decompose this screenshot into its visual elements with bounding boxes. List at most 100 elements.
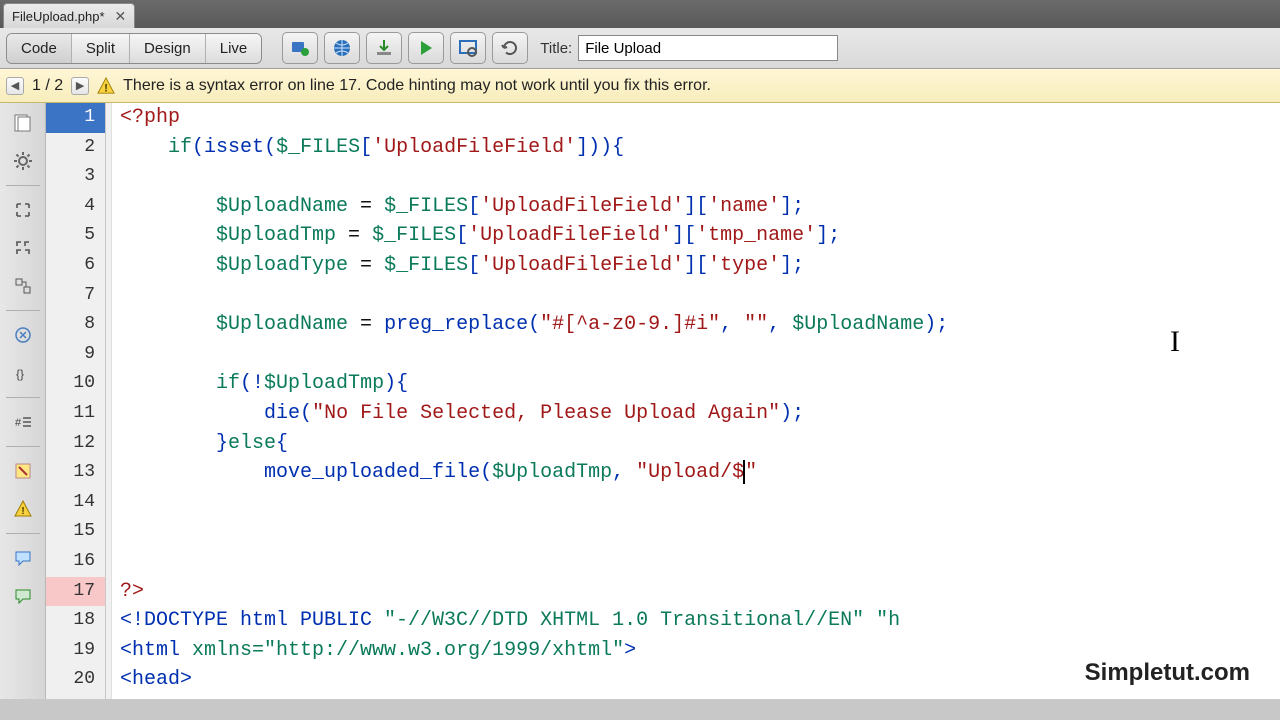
line-number: 2 (46, 133, 105, 163)
file-tab-label: FileUpload.php* (12, 9, 105, 24)
code-token: "-//W3C//DTD XHTML 1.0 Transitional//EN" (384, 609, 864, 632)
line-number-gutter: 1 2 3 4 5 6 7 8 9 10 11 12 13 14 15 16 1… (46, 103, 106, 699)
code-token: "http://www.w3.org/1999/xhtml" (264, 639, 624, 662)
download-icon[interactable] (366, 32, 402, 64)
code-token: <head> (120, 668, 192, 691)
code-token: $UploadType (216, 254, 348, 277)
svg-text:#: # (15, 417, 22, 429)
code-token: "h (864, 609, 900, 632)
code-token: 'type' (708, 254, 780, 277)
code-token: <!DOCTYPE html PUBLIC (120, 609, 384, 632)
code-token: $UploadName (792, 313, 924, 336)
code-token: > (624, 639, 636, 662)
line-number: 6 (46, 251, 105, 281)
vertical-toolbar: {} # ! (0, 103, 46, 699)
comment-icon[interactable] (9, 544, 37, 572)
collapse-icon[interactable] (9, 234, 37, 262)
code-token: $_FILES (384, 254, 468, 277)
line-number: 18 (46, 606, 105, 636)
line-number: 14 (46, 488, 105, 518)
code-token: " (745, 461, 757, 484)
expand-icon[interactable] (9, 196, 37, 224)
code-token: $_FILES (276, 136, 360, 159)
code-token: ?> (120, 580, 144, 603)
code-token: $UploadTmp (216, 224, 336, 247)
line-number: 7 (46, 281, 105, 311)
inspect-icon[interactable] (450, 32, 486, 64)
code-token: $UploadTmp (264, 372, 384, 395)
live-button[interactable]: Live (206, 34, 262, 63)
line-number: 1 (46, 103, 105, 133)
line-number: 11 (46, 399, 105, 429)
code-token: xmlns= (192, 639, 264, 662)
close-icon[interactable]: ✕ (115, 8, 127, 25)
select-parent-icon[interactable] (9, 272, 37, 300)
code-token: die (264, 402, 300, 425)
code-token: 'name' (708, 195, 780, 218)
code-token: if (168, 136, 192, 159)
split-button[interactable]: Split (72, 34, 130, 63)
balance-braces-icon[interactable] (9, 321, 37, 349)
open-docs-icon[interactable] (9, 109, 37, 137)
toolbar: Code Split Design Live Title: (0, 28, 1280, 69)
line-number: 19 (46, 636, 105, 666)
code-token: $UploadName (216, 195, 348, 218)
code-token: "Upload/$ (636, 461, 744, 484)
server-icon[interactable] (282, 32, 318, 64)
line-number: 15 (46, 517, 105, 547)
next-error-icon[interactable]: ▶ (71, 77, 89, 95)
line-number: 20 (46, 665, 105, 695)
line-numbers-icon[interactable]: # (9, 408, 37, 436)
code-token: 'tmp_name' (696, 224, 816, 247)
globe-icon[interactable] (324, 32, 360, 64)
code-token: <?php (120, 106, 180, 129)
code-token: 'UploadFileField' (480, 195, 684, 218)
title-label: Title: (540, 40, 572, 57)
warning-message: There is a syntax error on line 17. Code… (123, 77, 711, 95)
highlight-icon[interactable] (9, 457, 37, 485)
design-button[interactable]: Design (130, 34, 206, 63)
syntax-error-icon[interactable]: ! (9, 495, 37, 523)
line-number: 16 (46, 547, 105, 577)
code-token: 'UploadFileField' (480, 254, 684, 277)
line-number: 10 (46, 369, 105, 399)
code-token: else (228, 432, 276, 455)
editor: {} # ! 1 2 3 4 5 6 7 8 9 10 11 12 13 14 … (0, 103, 1280, 699)
code-token: preg_replace (384, 313, 528, 336)
line-number: 3 (46, 162, 105, 192)
prev-error-icon[interactable]: ◀ (6, 77, 24, 95)
code-token: $UploadName (216, 313, 348, 336)
line-number: 17 (46, 577, 105, 607)
gear-icon[interactable] (9, 147, 37, 175)
code-token: $_FILES (372, 224, 456, 247)
line-number: 8 (46, 310, 105, 340)
code-token: isset (204, 136, 264, 159)
code-token: <html (120, 639, 192, 662)
code-button[interactable]: Code (7, 34, 72, 63)
watermark: Simpletut.com (1077, 655, 1258, 691)
view-mode-group: Code Split Design Live (6, 33, 262, 64)
title-input[interactable] (578, 35, 838, 61)
refresh-icon[interactable] (492, 32, 528, 64)
code-token: 'UploadFileField' (372, 136, 576, 159)
line-number: 13 (46, 458, 105, 488)
code-area[interactable]: <?php if(isset($_FILES['UploadFileField'… (112, 103, 1280, 699)
wrap-tag-icon[interactable] (9, 582, 37, 610)
error-counter: 1 / 2 (32, 77, 63, 95)
code-token: $UploadTmp (492, 461, 612, 484)
code-token: $_FILES (384, 195, 468, 218)
code-nav-icon[interactable]: {} (9, 359, 37, 387)
warning-icon: ! (97, 77, 115, 95)
play-icon[interactable] (408, 32, 444, 64)
file-tab[interactable]: FileUpload.php* ✕ (3, 3, 135, 28)
code-token: "#[^a-z0-9.]#i" (540, 313, 720, 336)
svg-text:!: ! (104, 82, 108, 94)
code-token: "" (744, 313, 768, 336)
code-token: move_uploaded_file (264, 461, 480, 484)
warning-bar: ◀ 1 / 2 ▶ ! There is a syntax error on l… (0, 69, 1280, 103)
line-number: 5 (46, 221, 105, 251)
code-token: 'UploadFileField' (468, 224, 672, 247)
svg-text:{}: {} (16, 367, 24, 381)
line-number: 4 (46, 192, 105, 222)
svg-text:!: ! (21, 506, 24, 517)
